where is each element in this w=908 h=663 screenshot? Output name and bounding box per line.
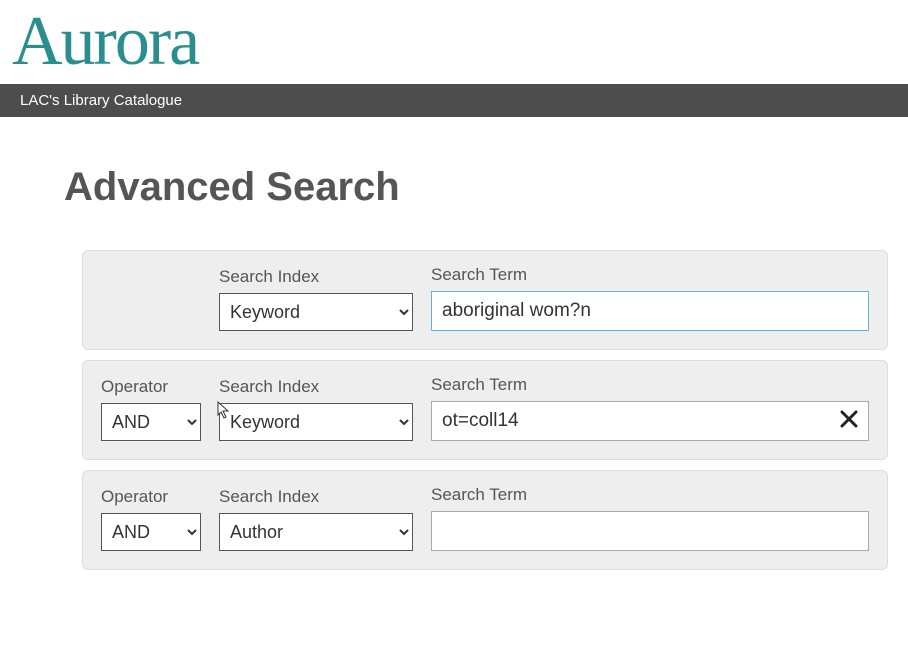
search-index-group: Search Index Keyword	[219, 267, 413, 331]
operator-select[interactable]: AND	[101, 403, 201, 441]
search-term-label: Search Term	[431, 375, 869, 395]
search-term-group: Search Term	[431, 485, 869, 551]
search-row: Search Index Keyword Search Term	[82, 250, 888, 350]
navbar: LAC's Library Catalogue	[0, 84, 908, 117]
logo: Aurora	[0, 0, 908, 84]
close-icon	[840, 407, 858, 435]
search-index-label: Search Index	[219, 377, 413, 397]
search-term-input[interactable]	[431, 511, 869, 551]
search-index-select[interactable]: Keyword	[219, 293, 413, 331]
operator-label: Operator	[101, 487, 201, 507]
search-index-select[interactable]: Keyword	[219, 403, 413, 441]
search-index-group: Search Index Keyword	[219, 377, 413, 441]
search-term-input[interactable]	[431, 291, 869, 331]
operator-select[interactable]: AND	[101, 513, 201, 551]
navbar-title[interactable]: LAC's Library Catalogue	[20, 92, 182, 109]
advanced-search-form: Search Index Keyword Search Term Operato…	[82, 250, 888, 570]
clear-input-button[interactable]	[835, 407, 863, 435]
logo-text: Aurora	[12, 7, 198, 77]
search-row: Operator AND Search Index Author Search …	[82, 470, 888, 570]
operator-label: Operator	[101, 377, 201, 397]
operator-group: Operator AND	[101, 487, 201, 551]
search-index-label: Search Index	[219, 487, 413, 507]
search-term-label: Search Term	[431, 265, 869, 285]
search-index-select[interactable]: Author	[219, 513, 413, 551]
search-index-label: Search Index	[219, 267, 413, 287]
search-index-group: Search Index Author	[219, 487, 413, 551]
search-term-label: Search Term	[431, 485, 869, 505]
operator-group: Operator AND	[101, 377, 201, 441]
search-term-group: Search Term	[431, 375, 869, 441]
search-term-group: Search Term	[431, 265, 869, 331]
page-title: Advanced Search	[64, 165, 908, 210]
search-row: Operator AND Search Index Keyword Search…	[82, 360, 888, 460]
search-term-input[interactable]	[431, 401, 869, 441]
